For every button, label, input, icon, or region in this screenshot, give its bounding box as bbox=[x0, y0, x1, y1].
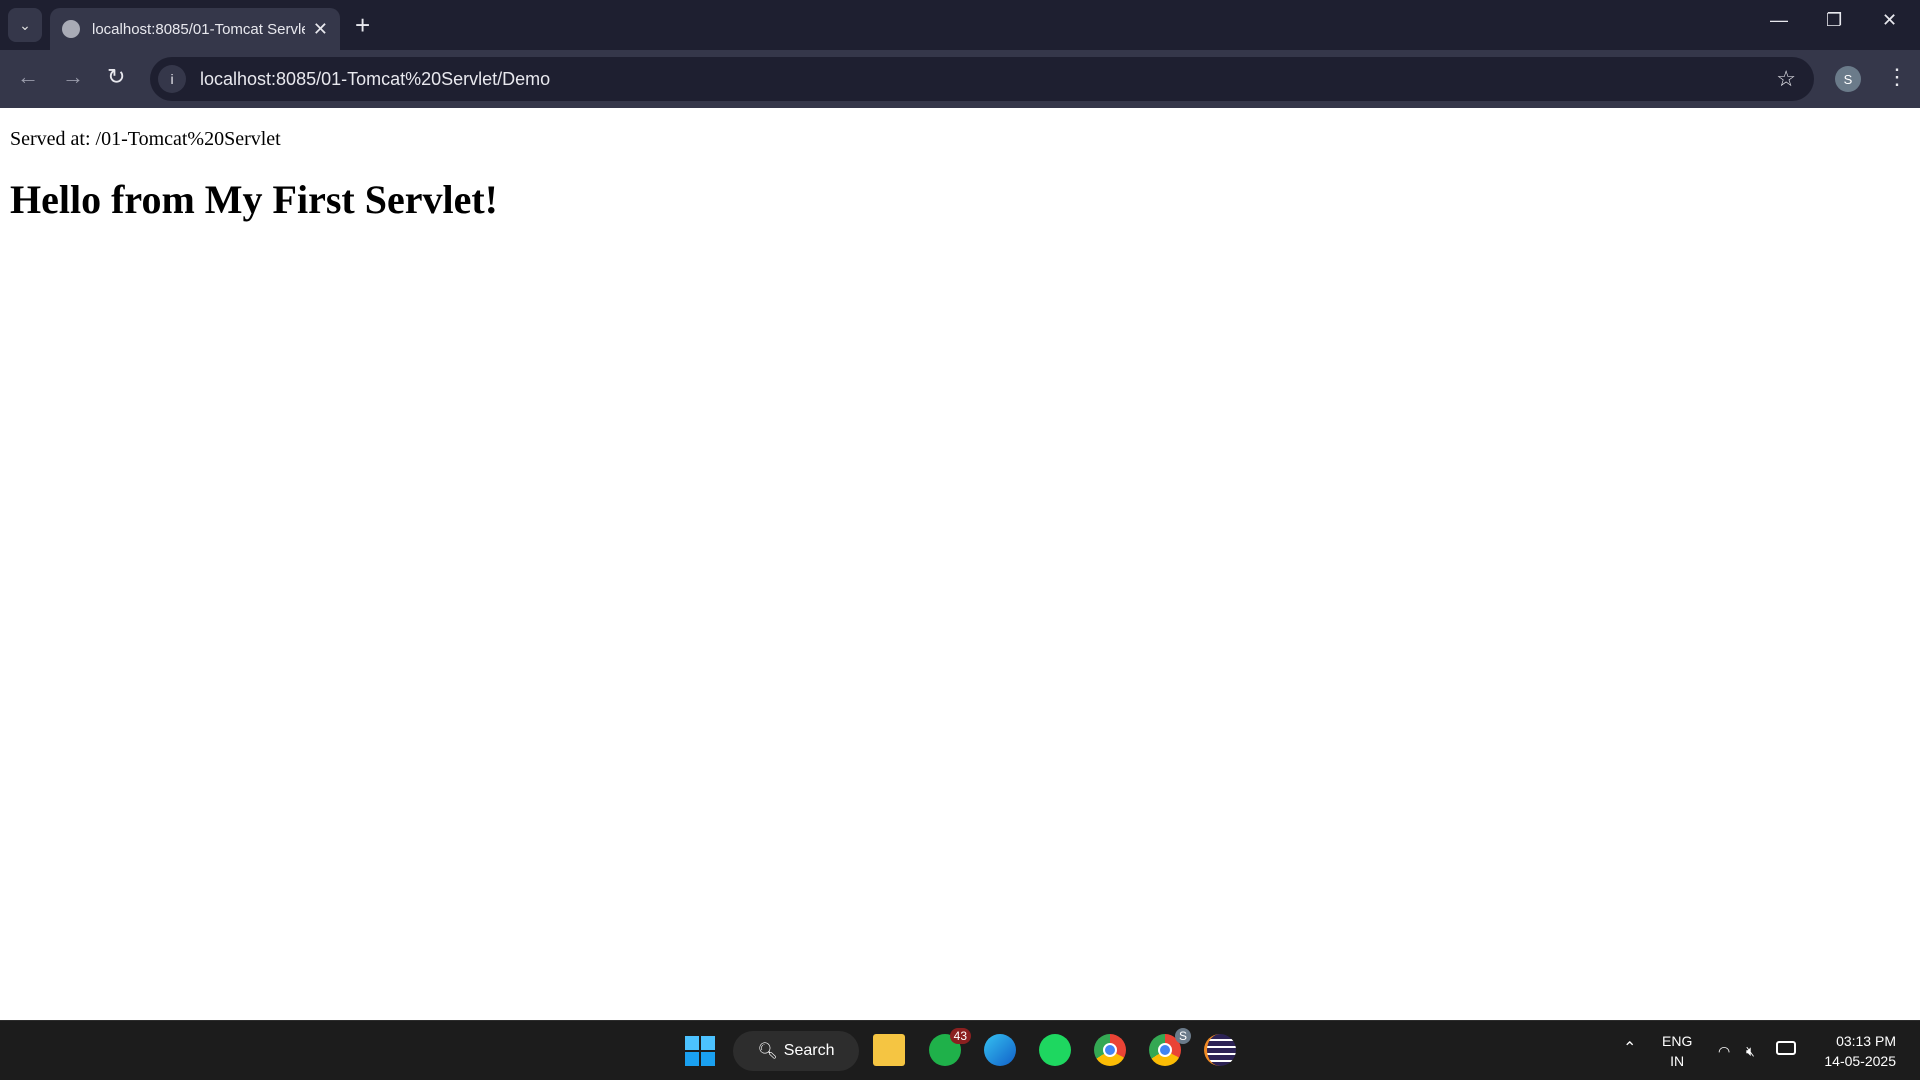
eclipse-icon[interactable] bbox=[1204, 1034, 1236, 1066]
active-tab[interactable]: localhost:8085/01-Tomcat Servlet ✕ bbox=[50, 8, 340, 50]
browser-toolbar: ← → ↻ i localhost:8085/01-Tomcat%20Servl… bbox=[0, 50, 1920, 108]
tab-title: localhost:8085/01-Tomcat Servlet bbox=[92, 20, 305, 38]
language-indicator[interactable]: ENG IN bbox=[1662, 1031, 1692, 1071]
bookmark-star-icon[interactable]: ☆ bbox=[1776, 66, 1796, 92]
wifi-icon[interactable]: ◠ bbox=[1718, 1041, 1730, 1061]
chrome-profile-icon[interactable]: S bbox=[1149, 1028, 1191, 1066]
file-explorer-icon[interactable] bbox=[873, 1034, 905, 1066]
time: 03:13 PM bbox=[1836, 1033, 1896, 1049]
url-text[interactable]: localhost:8085/01-Tomcat%20Servlet/Demo bbox=[200, 69, 550, 90]
page-content: Served at: /01-Tomcat%20Servlet Hello fr… bbox=[0, 108, 1920, 1020]
site-info-icon[interactable]: i bbox=[158, 65, 186, 93]
spotify-icon[interactable] bbox=[1039, 1034, 1071, 1066]
browser-menu-icon[interactable]: ⋮ bbox=[1886, 64, 1908, 90]
served-at-text: Served at: /01-Tomcat%20Servlet bbox=[10, 128, 281, 150]
globe-icon bbox=[62, 20, 80, 38]
muted-speaker-icon[interactable]: 🔇︎ bbox=[1746, 1041, 1755, 1061]
chevron-down-icon: ⌄ bbox=[19, 16, 31, 33]
edge-icon[interactable] bbox=[984, 1034, 1016, 1066]
new-tab-button[interactable]: + bbox=[355, 10, 370, 41]
back-button[interactable]: ← bbox=[17, 64, 39, 90]
minimize-button[interactable]: — bbox=[1770, 10, 1788, 31]
search-icon: 🔍︎ bbox=[757, 1043, 778, 1060]
show-hidden-icons-chevron[interactable]: ⌃ bbox=[1623, 1039, 1636, 1059]
address-bar[interactable]: i localhost:8085/01-Tomcat%20Servlet/Dem… bbox=[150, 57, 1814, 101]
reload-button[interactable]: ↻ bbox=[107, 64, 125, 90]
notification-badge: 43 bbox=[949, 1028, 971, 1044]
search-label: Search bbox=[783, 1042, 835, 1059]
chrome-icon[interactable] bbox=[1094, 1034, 1126, 1066]
clock[interactable]: 03:13 PM 14-05-2025 bbox=[1812, 1031, 1896, 1071]
language: ENG bbox=[1662, 1033, 1693, 1049]
windows-start-icon[interactable] bbox=[685, 1036, 715, 1066]
forward-button[interactable]: → bbox=[62, 64, 84, 90]
region: IN bbox=[1670, 1053, 1685, 1069]
close-window-button[interactable]: ✕ bbox=[1882, 10, 1897, 31]
profile-badge: S bbox=[1174, 1028, 1191, 1044]
page-heading: Hello from My First Servlet! bbox=[10, 177, 498, 222]
tab-strip: ⌄ localhost:8085/01-Tomcat Servlet ✕ + —… bbox=[0, 0, 1920, 50]
tab-search-button[interactable]: ⌄ bbox=[8, 8, 42, 42]
battery-icon[interactable] bbox=[1776, 1041, 1796, 1055]
taskbar: 🔍︎ Search 43 S ⌃ ENG IN ◠ 🔇︎ 03:13 PM 14… bbox=[0, 1020, 1920, 1080]
whatsapp-icon[interactable]: 43 bbox=[929, 1028, 971, 1066]
profile-avatar[interactable]: S bbox=[1835, 66, 1861, 92]
date: 14-05-2025 bbox=[1824, 1053, 1896, 1069]
restore-button[interactable]: ❐ bbox=[1826, 10, 1842, 31]
taskbar-search[interactable]: 🔍︎ Search bbox=[733, 1031, 859, 1071]
close-tab-icon[interactable]: ✕ bbox=[313, 19, 328, 40]
